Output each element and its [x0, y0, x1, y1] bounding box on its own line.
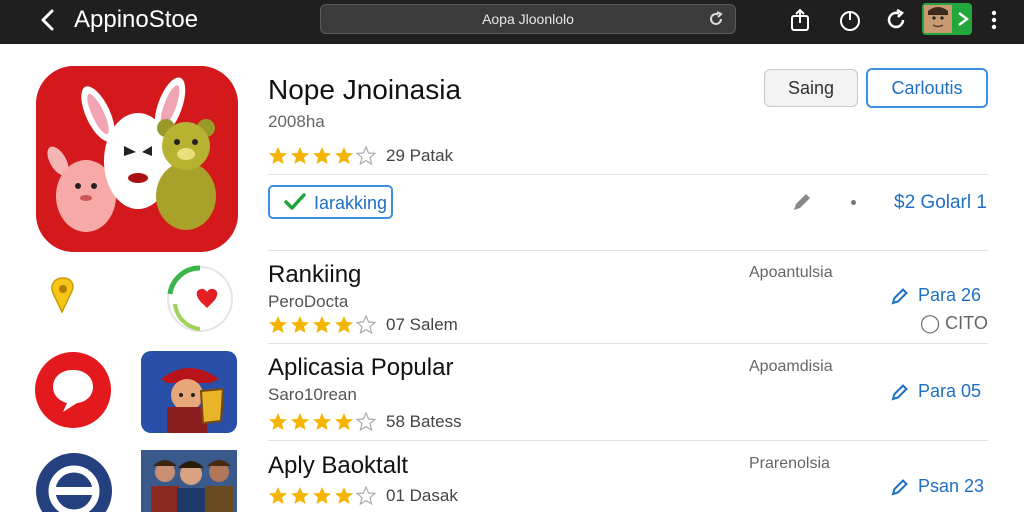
- share-icon[interactable]: [788, 8, 812, 32]
- app-title: AppinoStoe: [74, 6, 199, 33]
- star-icon: [313, 147, 331, 164]
- pencil-icon: [891, 383, 908, 400]
- star-icon: [291, 316, 309, 333]
- rating-stars: 58 Batess: [268, 411, 462, 433]
- rating-count: 07 Salem: [386, 315, 458, 334]
- star-icon: [291, 413, 309, 430]
- star-icon: [291, 147, 309, 164]
- divider: [268, 174, 988, 175]
- app-name: Nope Jnoinasia: [268, 74, 462, 105]
- rating-stars: 07 Salem: [268, 314, 458, 336]
- power-icon[interactable]: [838, 8, 862, 32]
- list-item-price-label: Para 05: [918, 381, 982, 401]
- list-item-name[interactable]: Aply Baoktalt: [268, 452, 408, 480]
- group-photo-app-icon[interactable]: [141, 450, 237, 512]
- list-item-price-label: Psan 23: [918, 476, 985, 496]
- star-icon: [269, 147, 287, 164]
- star-icon: [291, 487, 309, 504]
- ranking-badge[interactable]: Iarakking: [268, 185, 393, 219]
- more-vertical-icon[interactable]: [985, 8, 1003, 32]
- search-input[interactable]: Aopa Jloonlolo: [320, 4, 736, 34]
- divider: [268, 440, 988, 441]
- star-outline-icon: [356, 412, 376, 432]
- list-item-category: Prarenolsia: [749, 455, 830, 472]
- game-app-icon[interactable]: [141, 351, 237, 433]
- list-item-subtitle: Saro10rean: [268, 385, 357, 404]
- rating-stars: 01 Dasak: [268, 485, 458, 507]
- refresh-icon[interactable]: [884, 8, 908, 32]
- list-item-name[interactable]: Rankiing: [268, 261, 361, 289]
- ranking-badge-label: Iarakking: [314, 193, 388, 213]
- list-item-extra-label: CITO: [945, 313, 988, 333]
- star-outline-icon: [356, 486, 376, 506]
- divider: [268, 250, 988, 251]
- health-app-icon[interactable]: [165, 264, 235, 334]
- star-icon: [313, 316, 331, 333]
- rating-count: 58 Batess: [386, 412, 462, 431]
- app-icon[interactable]: [36, 66, 238, 252]
- location-pin-icon[interactable]: [48, 276, 78, 316]
- star-icon: [269, 413, 287, 430]
- list-item-price[interactable]: Para 26: [890, 285, 981, 306]
- pencil-icon: [891, 287, 908, 304]
- user-avatar[interactable]: [922, 3, 972, 35]
- circle-app-icon[interactable]: [35, 452, 113, 512]
- list-item-category: Apoamdisia: [749, 358, 833, 375]
- star-icon: [335, 147, 353, 164]
- list-item-price-label: Para 26: [918, 285, 982, 305]
- top-bar: AppinoStoe Aopa Jloonlolo: [0, 0, 1024, 44]
- circle-icon: ◯: [920, 313, 941, 333]
- star-icon: [335, 316, 353, 333]
- chat-app-icon[interactable]: [33, 350, 113, 430]
- list-item-price[interactable]: Para 05: [890, 381, 981, 402]
- star-icon: [269, 487, 287, 504]
- star-outline-icon: [356, 146, 376, 166]
- rating-count: 01 Dasak: [386, 486, 458, 505]
- list-item-extra: ◯ CITO: [920, 313, 988, 334]
- separator-dot: [851, 200, 856, 205]
- list-item-price[interactable]: Psan 23: [890, 476, 984, 497]
- pencil-icon[interactable]: [790, 190, 814, 214]
- star-icon: [335, 487, 353, 504]
- divider: [268, 343, 988, 344]
- avatar-face: [924, 5, 952, 33]
- app-price: $2 Golarl 1: [894, 192, 987, 213]
- checkmark-icon: [284, 193, 306, 210]
- star-icon: [269, 316, 287, 333]
- list-item-name[interactable]: Aplicasia Popular: [268, 354, 453, 382]
- sharing-button[interactable]: Saing: [764, 69, 858, 107]
- list-item-category: Apoantulsia: [749, 264, 833, 281]
- list-item-subtitle: PeroDocta: [268, 292, 349, 311]
- star-icon: [313, 487, 331, 504]
- search-text: Aopa Jloonlolo: [482, 11, 574, 27]
- reload-icon[interactable]: [707, 10, 725, 28]
- star-icon: [313, 413, 331, 430]
- rating-count: 29 Patak: [386, 146, 454, 165]
- rating-stars: 29 Patak: [268, 145, 453, 167]
- get-button[interactable]: Carloutis: [866, 68, 988, 108]
- chevron-left-icon[interactable]: [36, 6, 60, 34]
- star-outline-icon: [356, 315, 376, 335]
- app-developer: 2008ha: [268, 112, 325, 131]
- star-icon: [335, 413, 353, 430]
- pencil-icon: [891, 478, 908, 495]
